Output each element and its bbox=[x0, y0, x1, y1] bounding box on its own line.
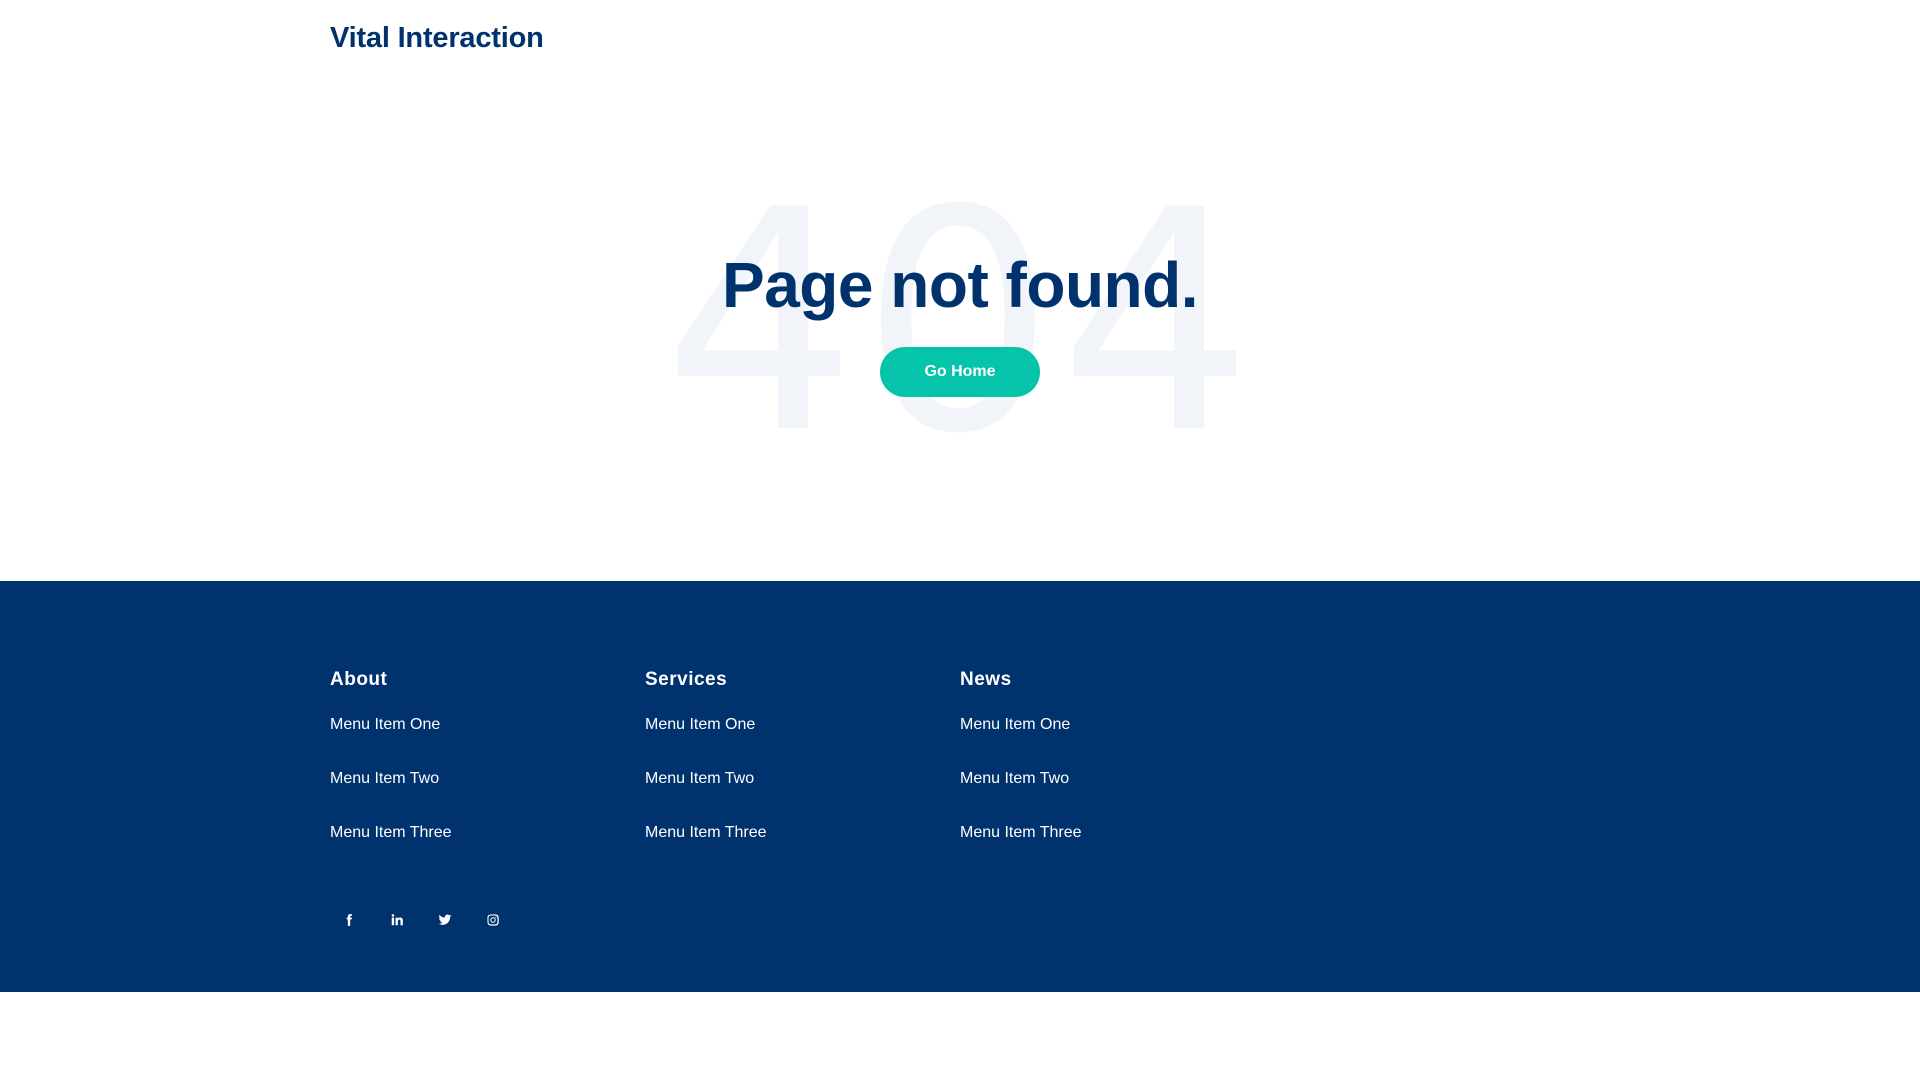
not-found-hero: 404 Page not found. Go Home bbox=[0, 90, 1920, 581]
list-item: Menu Item Three bbox=[330, 823, 630, 843]
site-header: Vital Interaction bbox=[0, 0, 1920, 90]
footer-column-services: Services Menu Item One Menu Item Two Men… bbox=[645, 669, 945, 877]
twitter-icon[interactable] bbox=[426, 901, 464, 939]
list-item: Menu Item One bbox=[645, 715, 945, 735]
list-item: Menu Item One bbox=[330, 715, 630, 735]
list-item: Menu Item Two bbox=[960, 769, 1260, 789]
footer-link[interactable]: Menu Item One bbox=[960, 716, 1070, 733]
footer-column-news: News Menu Item One Menu Item Two Menu It… bbox=[960, 669, 1260, 877]
footer-link[interactable]: Menu Item Three bbox=[645, 824, 767, 841]
footer-heading-services: Services bbox=[645, 669, 728, 690]
footer-link[interactable]: Menu Item One bbox=[645, 716, 755, 733]
footer-link[interactable]: Menu Item Two bbox=[960, 770, 1069, 787]
footer-heading-about: About bbox=[330, 669, 388, 690]
list-item: Menu Item Two bbox=[645, 769, 945, 789]
background-404-number: 404 bbox=[662, 145, 1258, 500]
list-item: Menu Item Three bbox=[960, 823, 1260, 843]
footer-heading-news: News bbox=[960, 669, 1012, 690]
footer-link[interactable]: Menu Item One bbox=[330, 716, 440, 733]
footer-link[interactable]: Menu Item Three bbox=[330, 824, 452, 841]
footer-link[interactable]: Menu Item Three bbox=[960, 824, 1082, 841]
list-item: Menu Item One bbox=[960, 715, 1260, 735]
footer-menu-services: Menu Item One Menu Item Two Menu Item Th… bbox=[645, 715, 945, 843]
linkedin-icon[interactable] bbox=[378, 901, 416, 939]
facebook-icon[interactable] bbox=[330, 901, 368, 939]
go-home-button[interactable]: Go Home bbox=[880, 347, 1040, 397]
social-links bbox=[330, 901, 512, 939]
footer-link[interactable]: Menu Item Two bbox=[645, 770, 754, 787]
instagram-icon[interactable] bbox=[474, 901, 512, 939]
footer-link[interactable]: Menu Item Two bbox=[330, 770, 439, 787]
footer-menu-about: Menu Item One Menu Item Two Menu Item Th… bbox=[330, 715, 630, 843]
footer-menu-news: Menu Item One Menu Item Two Menu Item Th… bbox=[960, 715, 1260, 843]
site-logo[interactable]: Vital Interaction bbox=[330, 22, 544, 55]
footer-column-about: About Menu Item One Menu Item Two Menu I… bbox=[330, 669, 630, 877]
page-title: Page not found. bbox=[722, 249, 1199, 321]
list-item: Menu Item Two bbox=[330, 769, 630, 789]
site-footer: About Menu Item One Menu Item Two Menu I… bbox=[0, 581, 1920, 992]
list-item: Menu Item Three bbox=[645, 823, 945, 843]
